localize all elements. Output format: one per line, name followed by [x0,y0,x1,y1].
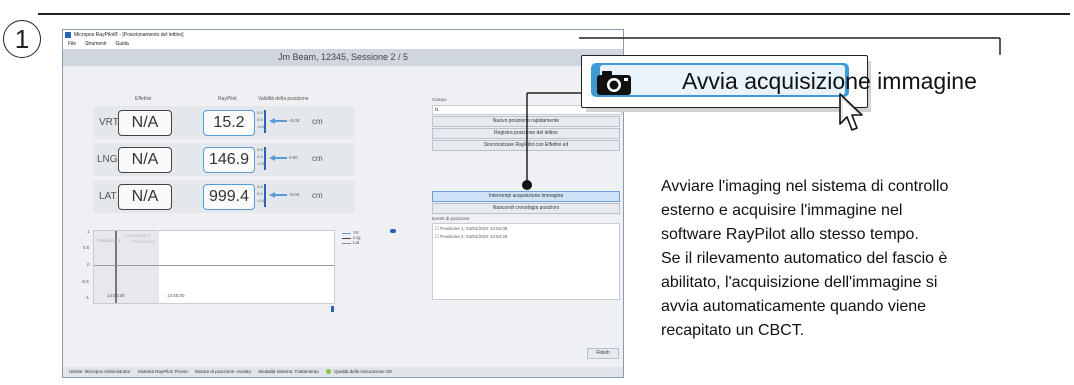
instruction-line-5: abilitato, l'acquisizione dell'immagine … [661,274,938,291]
instruction-line-3: software RayPilot allo stesso tempo. [661,226,919,243]
instruction-line-6: avvia automaticamente quando viene [661,298,927,315]
camera-icon [597,71,631,95]
instruction-text: Avviare l'imaging nel sistema di control… [661,175,1061,343]
mouse-pointer-icon [839,93,863,131]
instruction-line-4: Se il rilevamento automatico del fascio … [661,250,948,267]
start-acquisition-label: Avvia acquisizione immagine [682,68,977,94]
instruction-line-7: recapitato un CBCT. [661,322,805,339]
instruction-line-1: Avviare l'imaging nel sistema di control… [661,178,949,195]
instruction-line-2: esterno e acquisire l'immagine nel [661,202,903,219]
